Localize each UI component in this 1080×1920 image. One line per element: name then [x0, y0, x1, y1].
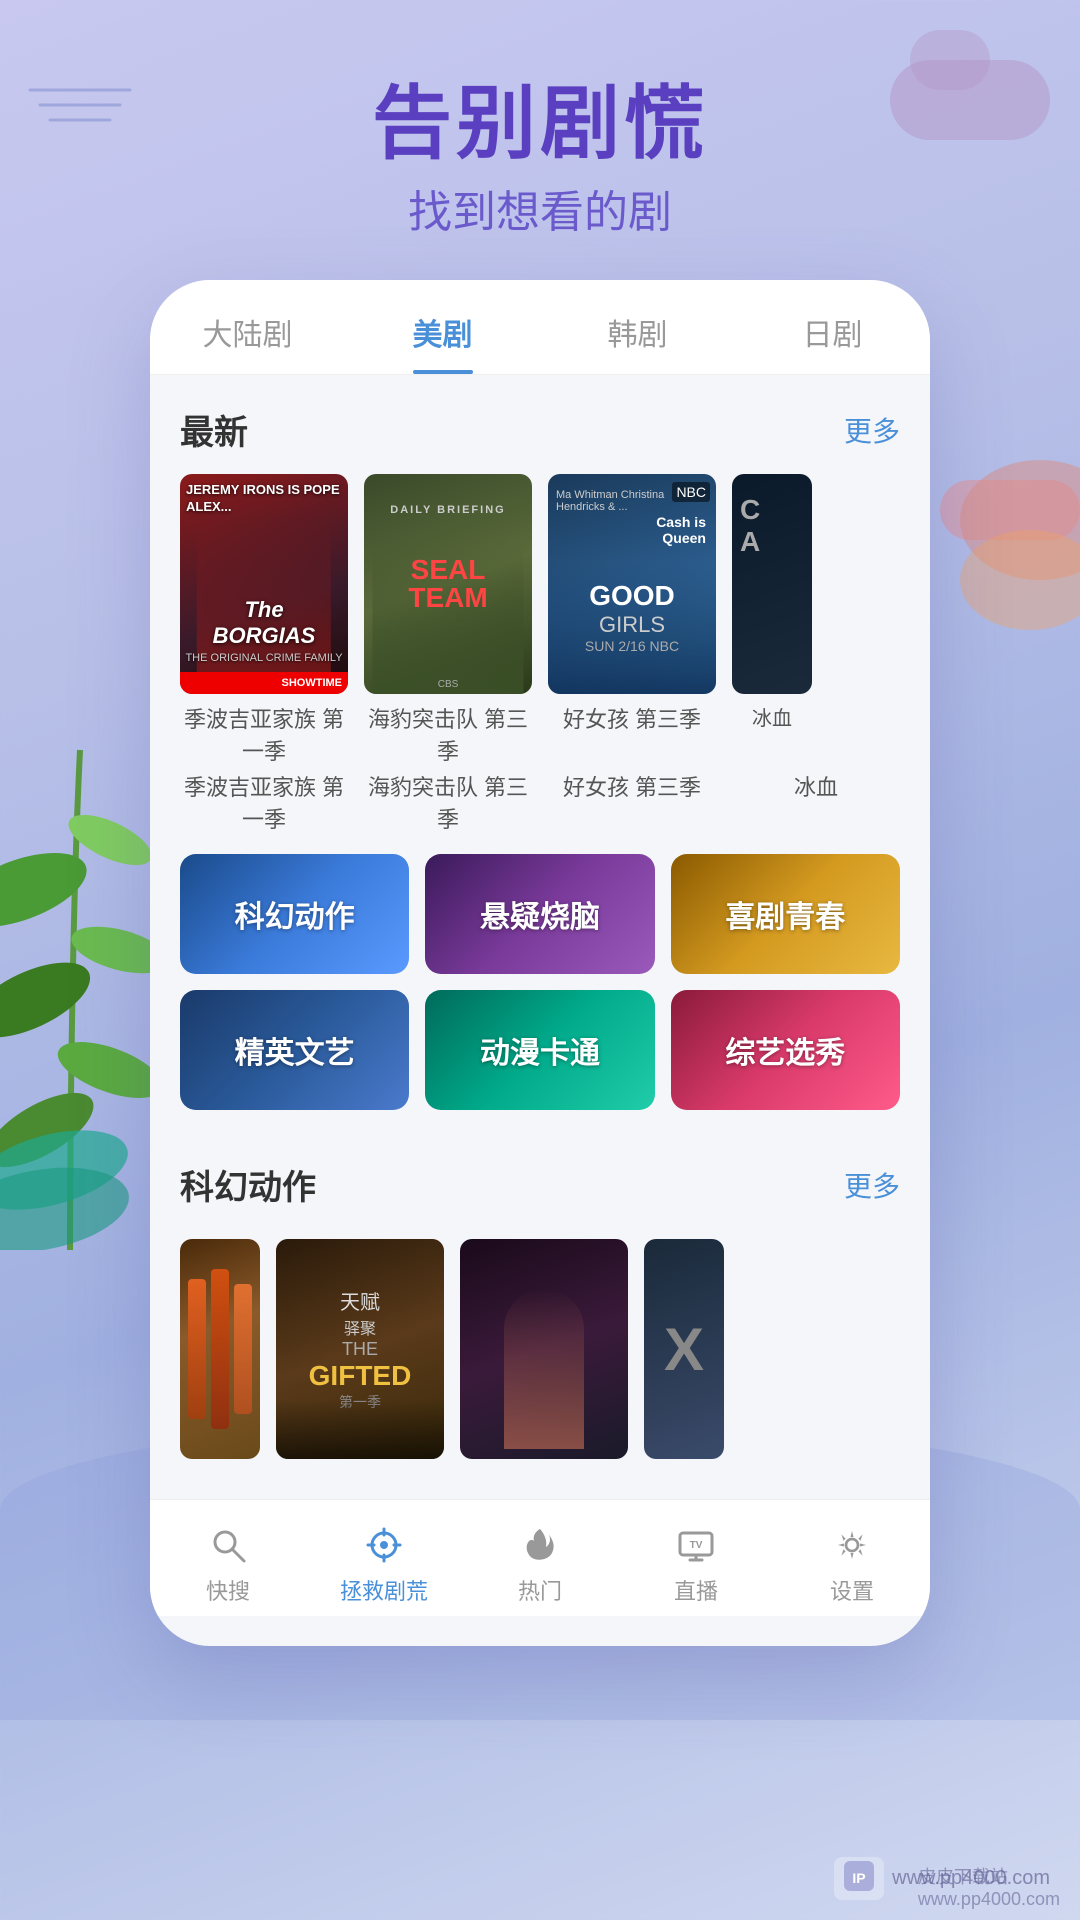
show-sealteam[interactable]: DAILY BRIEFING SEAL TEAM CBS 海豹突击队 第三季	[364, 474, 532, 766]
gifted-poster-text: 天赋 驿聚 THE GIFTED 第一季	[309, 1286, 412, 1412]
phone-mockup: 大陆剧 美剧 韩剧 日剧 最新 更多 JEREMY IRONS IS POPE …	[150, 280, 930, 1646]
latest-shows-scroll: JEREMY IRONS IS POPE ALEX... TheBORGIAS …	[180, 474, 900, 766]
borgias-top-label: JEREMY IRONS IS POPE ALEX...	[186, 482, 348, 516]
tab-japanese[interactable]: 日剧	[735, 310, 930, 374]
genre-anime[interactable]: 动漫卡通	[425, 990, 654, 1110]
tabs-bar: 大陆剧 美剧 韩剧 日剧	[150, 280, 930, 375]
watermark-badge: IP	[834, 1857, 884, 1900]
header-title: 告别剧慌	[0, 80, 1080, 168]
tab-korean[interactable]: 韩剧	[540, 310, 735, 374]
rescue-icon	[359, 1520, 409, 1570]
show-woman[interactable]	[460, 1239, 628, 1459]
cold-show-title: 冰血	[732, 702, 812, 731]
genre-mystery[interactable]: 悬疑烧脑	[425, 854, 654, 974]
tab-us[interactable]: 美剧	[345, 310, 540, 374]
search-icon	[203, 1520, 253, 1570]
borgias-subtitle: THE ORIGINAL CRIME FAMILY	[180, 652, 348, 664]
genre-elite[interactable]: 精英文艺	[180, 990, 409, 1110]
genre-elite-label: 精英文艺	[235, 1028, 355, 1072]
nav-rescue-label: 拯救剧荒	[340, 1574, 428, 1606]
genre-comedy-label: 喜剧青春	[725, 892, 845, 936]
scifi-title: 科幻动作	[180, 1160, 316, 1209]
bottom-nav: 快搜 拯救剧荒 热门	[150, 1499, 930, 1616]
settings-icon	[827, 1520, 877, 1570]
scifi-section-header: 科幻动作 更多	[180, 1160, 900, 1209]
show-partial[interactable]: X	[644, 1239, 724, 1459]
nav-hot-label: 热门	[518, 1574, 562, 1606]
latest-title: 最新	[180, 405, 248, 454]
show-gifted[interactable]: 天赋 驿聚 THE GIFTED 第一季	[276, 1239, 444, 1459]
borgias-show-title: 季波吉亚家族 第一季	[180, 702, 348, 766]
genre-variety[interactable]: 综艺选秀	[671, 990, 900, 1110]
scifi-section: 科幻动作 更多	[150, 1130, 930, 1239]
goodgirls-text: GOOD GIRLS SUN 2/16 NBC	[548, 580, 716, 654]
genre-variety-label: 综艺选秀	[725, 1028, 845, 1072]
genre-anime-label: 动漫卡通	[480, 1028, 600, 1072]
header-subtitle: 找到想看的剧	[0, 176, 1080, 240]
latest-section-header: 最新 更多	[180, 405, 900, 454]
genre-scifi-action[interactable]: 科幻动作	[180, 854, 409, 974]
borgias-title: TheBORGIAS	[180, 597, 348, 649]
nav-rescue[interactable]: 拯救剧荒	[306, 1520, 462, 1606]
svg-text:TV: TV	[690, 1540, 703, 1551]
nav-search-label: 快搜	[206, 1574, 250, 1606]
cold-label: 冰血	[732, 770, 900, 834]
footer-site: 皮皮下载站www.pp4000.com	[918, 1863, 1060, 1910]
live-icon: TV	[671, 1520, 721, 1570]
blob-decoration-right	[940, 440, 1080, 640]
sealteam-logo: SEAL TEAM	[408, 556, 487, 612]
show-cold[interactable]: CA 冰血	[732, 474, 812, 766]
nav-hot[interactable]: 热门	[462, 1520, 618, 1606]
goodgirls-label: 好女孩 第三季	[548, 770, 716, 834]
goodgirls-show-title: 好女孩 第三季	[548, 702, 716, 734]
nav-live[interactable]: TV 直播	[618, 1520, 774, 1606]
latest-section: 最新 更多 JEREMY IRONS IS POPE ALEX... TheBO…	[150, 375, 930, 844]
genre-comedy[interactable]: 喜剧青春	[671, 854, 900, 974]
show-borgias[interactable]: JEREMY IRONS IS POPE ALEX... TheBORGIAS …	[180, 474, 348, 766]
genre-scifi-label: 科幻动作	[235, 892, 355, 936]
scifi-shows-scroll: 天赋 驿聚 THE GIFTED 第一季	[150, 1239, 930, 1479]
genre-grid: 科幻动作 悬疑烧脑 喜剧青春 精英文艺 动漫卡通 综艺选秀	[150, 844, 930, 1130]
nav-settings-label: 设置	[830, 1574, 874, 1606]
header-section: 告别剧慌 找到想看的剧	[0, 0, 1080, 280]
show-dark1[interactable]	[180, 1239, 260, 1459]
nav-settings[interactable]: 设置	[774, 1520, 930, 1606]
genre-mystery-label: 悬疑烧脑	[480, 892, 600, 936]
latest-more-button[interactable]: 更多	[844, 410, 900, 450]
sealteam-show-title: 海豹突击队 第三季	[364, 702, 532, 766]
show-goodgirls[interactable]: NBC Ma Whitman Christina Hendricks & ...…	[548, 474, 716, 766]
borgias-label: 季波吉亚家族 第一季	[180, 770, 348, 834]
nav-live-label: 直播	[674, 1574, 718, 1606]
svg-text:IP: IP	[853, 1870, 866, 1886]
tab-mainland[interactable]: 大陆剧	[150, 310, 345, 374]
nav-search[interactable]: 快搜	[150, 1520, 306, 1606]
scifi-more-button[interactable]: 更多	[844, 1165, 900, 1205]
sealteam-label: 海豹突击队 第三季	[364, 770, 532, 834]
hot-icon	[515, 1520, 565, 1570]
